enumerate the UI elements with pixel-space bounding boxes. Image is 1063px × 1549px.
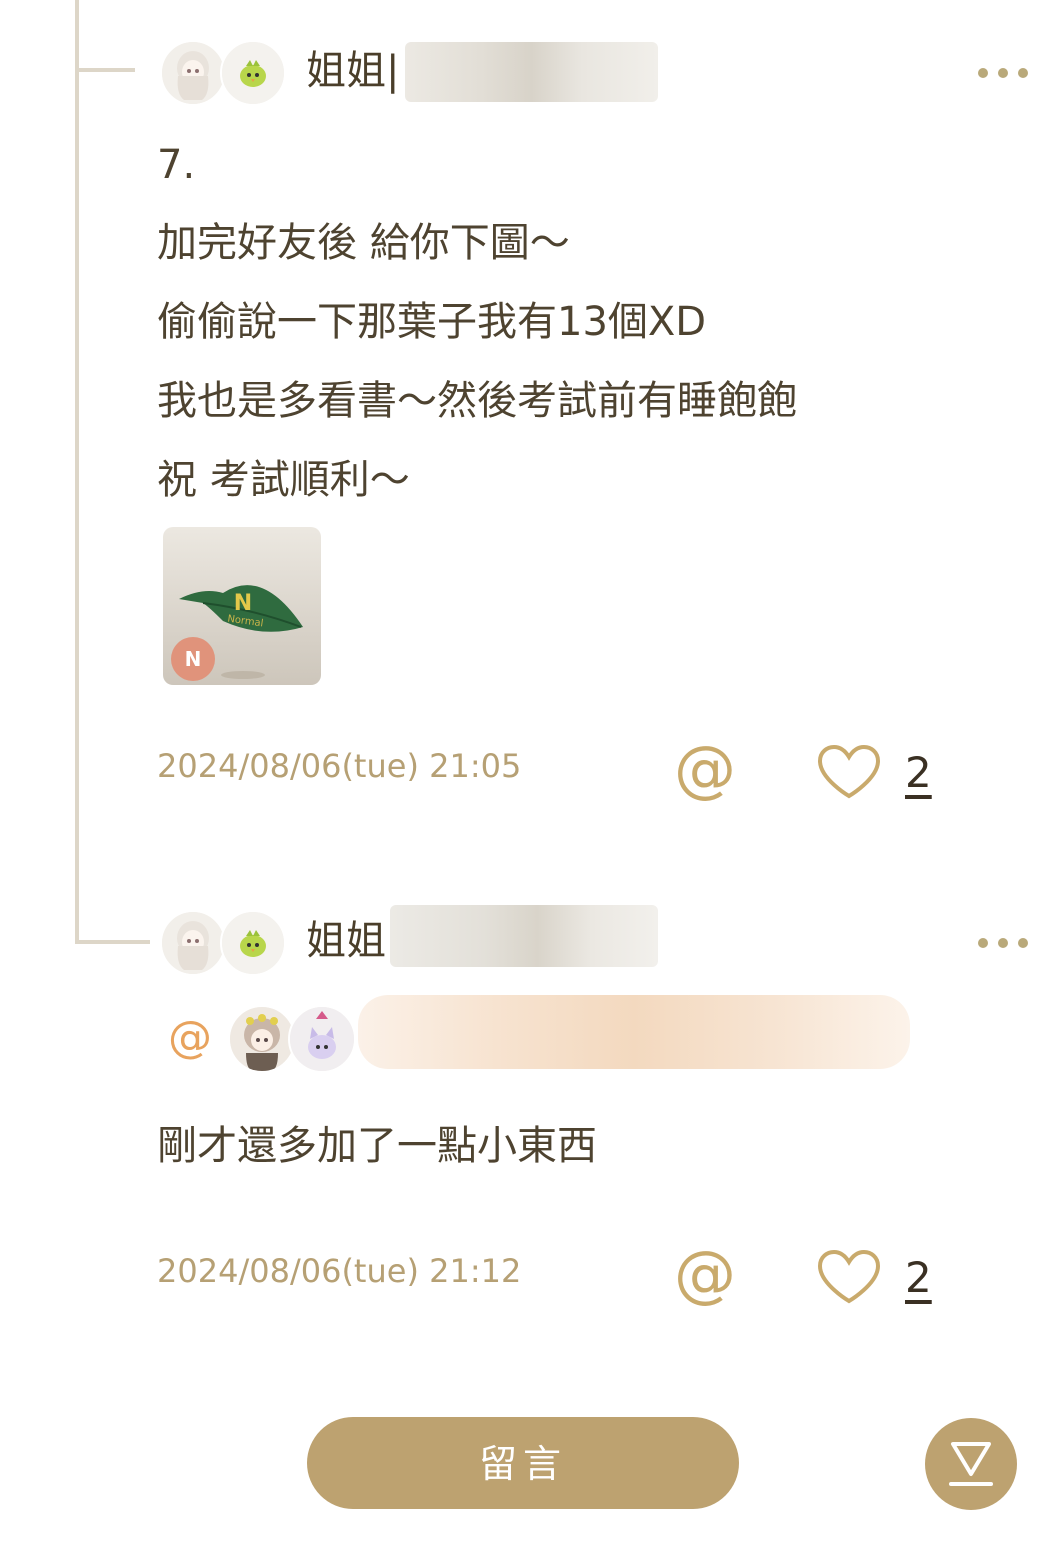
- mentioned-user-avatar[interactable]: [228, 1005, 296, 1073]
- like-heart-icon[interactable]: [816, 744, 882, 804]
- avatar-girl-flower-icon: [230, 1007, 294, 1071]
- redacted-name: [405, 42, 658, 102]
- thread-connector-2: [75, 940, 150, 944]
- sticker-image[interactable]: N Normal N: [163, 527, 321, 685]
- like-heart-icon[interactable]: [816, 1249, 882, 1309]
- comment-line: 加完好友後 給你下圖～: [157, 220, 570, 266]
- normal-badge: N: [171, 637, 215, 681]
- comment-line: 剛才還多加了一點小東西: [157, 1123, 597, 1169]
- avatar-bird-icon: [222, 912, 284, 974]
- mention-at-icon[interactable]: @: [674, 1243, 736, 1305]
- comment-line: 我也是多看書～然後考試前有睡飽飽: [157, 378, 797, 424]
- pet-avatar[interactable]: [220, 910, 286, 976]
- avatar-cat-icon: [290, 1007, 354, 1071]
- comment-line: 祝 考試順利～: [157, 457, 410, 503]
- like-count[interactable]: 2: [905, 1253, 932, 1302]
- mention-symbol: @: [168, 1012, 212, 1063]
- author-name[interactable]: 姐姐|: [306, 908, 399, 974]
- redacted-name: [390, 905, 658, 967]
- thread-connector-1: [75, 68, 135, 72]
- user-avatar[interactable]: [160, 40, 226, 106]
- like-count[interactable]: 2: [905, 748, 932, 797]
- comment-line: 偷偷說一下那葉子我有13個XD: [157, 299, 707, 345]
- timestamp: 2024/08/06(tue) 21:05: [157, 747, 522, 785]
- comment-button[interactable]: 留言: [307, 1417, 739, 1509]
- more-options-icon[interactable]: [978, 62, 1038, 82]
- leaf-letter: N: [234, 591, 252, 616]
- more-options-icon[interactable]: [978, 932, 1038, 952]
- redacted-mention-name: [358, 995, 910, 1069]
- avatar-girl-icon: [162, 42, 224, 104]
- avatar-girl-icon: [162, 912, 224, 974]
- author-name[interactable]: 姐姐|: [306, 38, 399, 104]
- mentioned-pet-avatar[interactable]: [288, 1005, 356, 1073]
- scroll-to-bottom-button[interactable]: [925, 1418, 1017, 1510]
- scroll-to-bottom-icon: [949, 1442, 993, 1486]
- thread-line-vertical: [75, 0, 79, 940]
- user-avatar[interactable]: [160, 910, 226, 976]
- mention-at-icon[interactable]: @: [674, 738, 736, 800]
- comment-line: 7.: [157, 142, 196, 188]
- avatar-bird-icon: [222, 42, 284, 104]
- pet-avatar[interactable]: [220, 40, 286, 106]
- timestamp: 2024/08/06(tue) 21:12: [157, 1252, 522, 1290]
